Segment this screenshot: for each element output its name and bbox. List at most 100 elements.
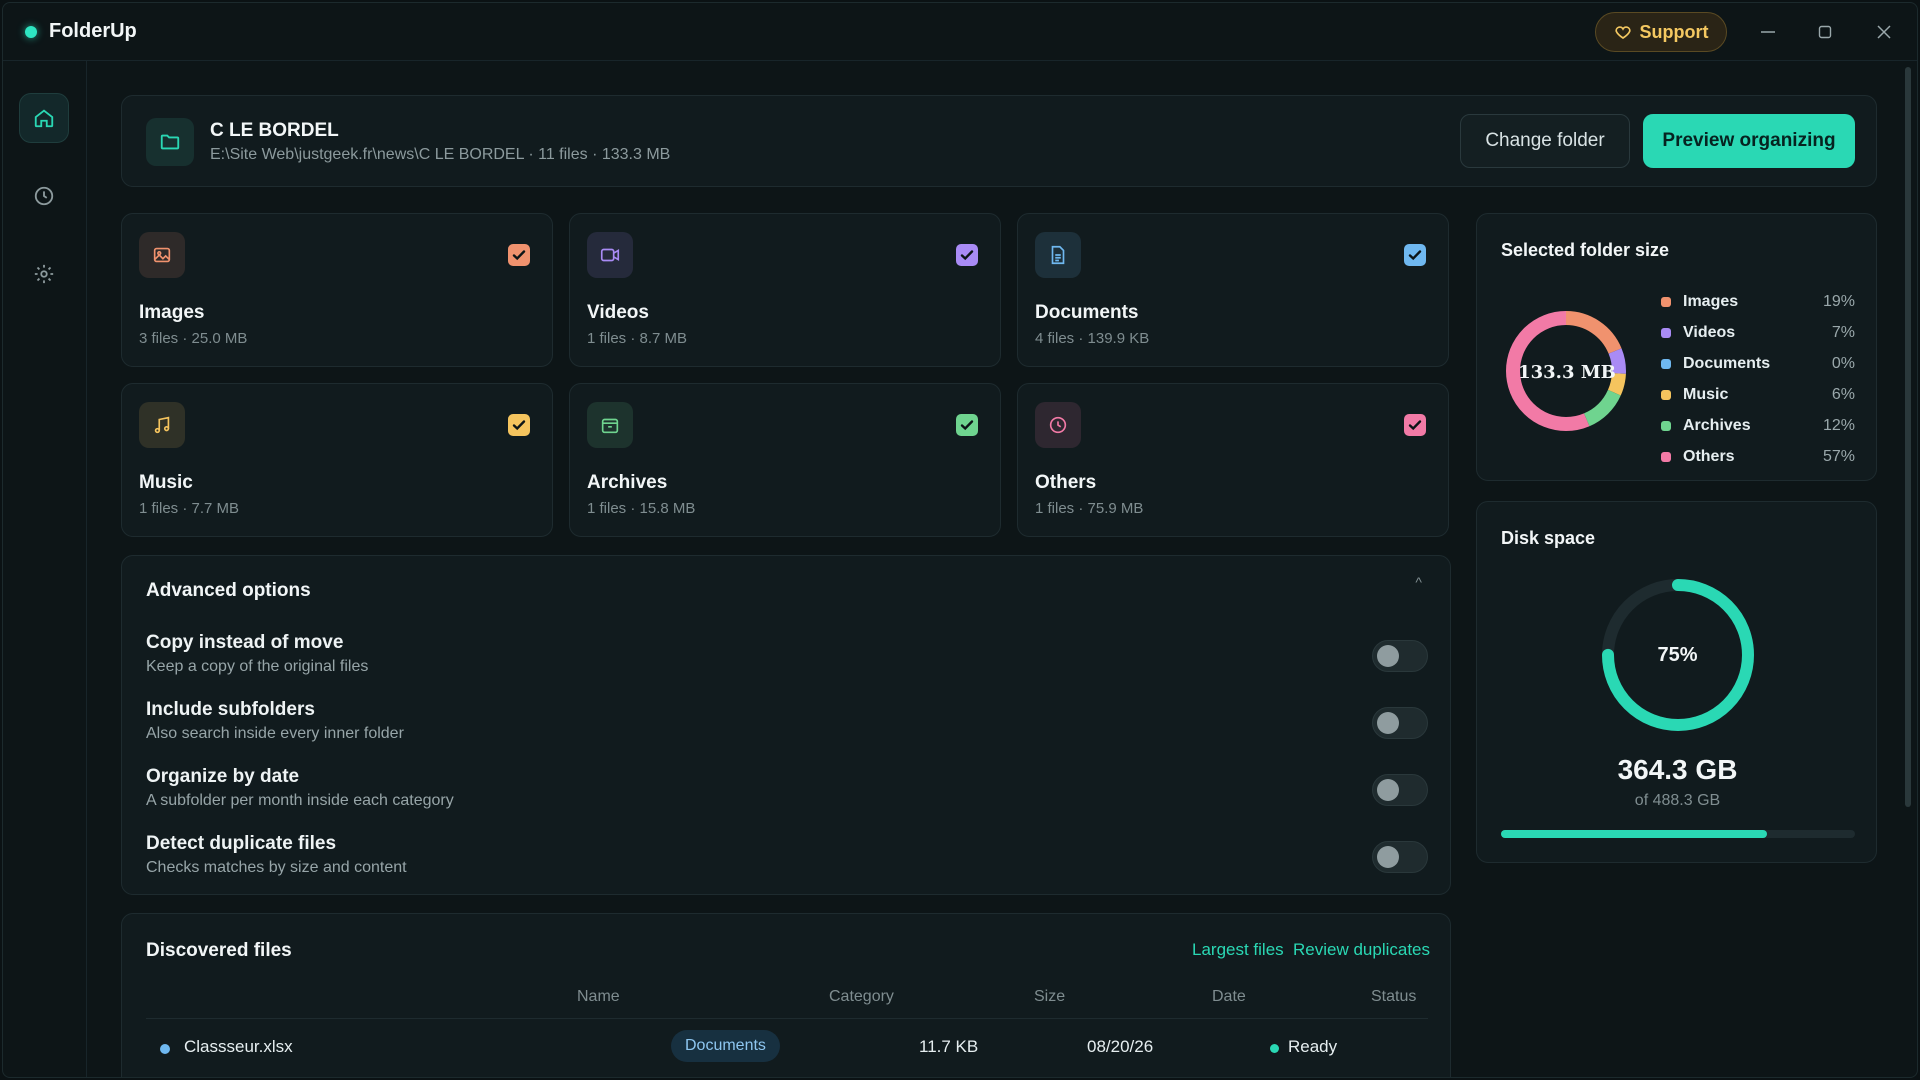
option-row: Organize by date A subfolder per month in… [146,766,1428,822]
heart-icon [1614,26,1631,39]
column-header-date[interactable]: Date [1212,988,1246,1006]
close-button[interactable] [1869,17,1899,47]
change-folder-button[interactable]: Change folder [1460,114,1630,168]
folder-icon-box [146,118,194,166]
option-toggle[interactable] [1372,841,1428,873]
file-name: Classseur.xlsx [184,1037,293,1056]
legend-item-music: Music 6% [1661,384,1855,406]
toggle-knob [1377,712,1399,734]
clock-icon [34,186,54,206]
support-label: Support [1639,21,1709,42]
toggle-knob [1377,645,1399,667]
category-name: Others [1035,472,1097,493]
preview-organizing-button[interactable]: Preview organizing [1643,114,1855,168]
file-status: Ready [1288,1037,1338,1056]
category-checkbox-videos[interactable] [956,244,978,266]
checkmark-icon [1408,250,1422,261]
nav-settings[interactable] [19,249,69,299]
category-checkbox-images[interactable] [508,244,530,266]
video-icon [600,248,620,262]
review-duplicates-link[interactable]: Review duplicates [1293,940,1430,960]
column-header-status[interactable]: Status [1371,988,1416,1006]
disk-usage-bar [1501,830,1855,838]
legend-swatch [1661,297,1671,307]
legend-item-archives: Archives 12% [1661,415,1855,437]
legend-name: Music [1683,386,1729,403]
disk-usage-percent: 75% [1657,644,1698,666]
option-toggle[interactable] [1372,640,1428,672]
checkmark-icon [1408,420,1422,431]
legend-swatch [1661,359,1671,369]
category-meta: 1 files · 8.7 MB [587,330,688,347]
category-meta: 1 files · 15.8 MB [587,500,696,517]
column-header-size[interactable]: Size [1034,988,1065,1006]
category-card-archives[interactable]: Archives 1 files · 15.8 MB [569,383,1001,537]
legend-item-documents: Documents 0% [1661,353,1855,375]
category-checkbox-archives[interactable] [956,414,978,436]
option-title: Organize by date [146,766,300,787]
option-toggle[interactable] [1372,774,1428,806]
disk-used: 364.3 GB [1617,754,1738,785]
close-icon [1877,25,1891,39]
folder-size-title: Selected folder size [1501,240,1670,260]
advanced-options-title: Advanced options [146,580,311,601]
sidebar [3,61,87,1077]
support-button[interactable]: Support [1595,12,1727,52]
checkmark-icon [512,250,526,261]
category-icon-box [587,232,633,278]
category-checkbox-others[interactable] [1404,414,1426,436]
status-dot [1270,1044,1279,1053]
disk-usage-bar-fill [1501,830,1767,838]
gear-icon [34,264,54,284]
folder-icon [160,134,180,150]
category-checkbox-music[interactable] [508,414,530,436]
category-card-documents[interactable]: Documents 4 files · 139.9 KB [1017,213,1449,367]
option-description: Checks matches by size and content [146,859,407,876]
column-header-category[interactable]: Category [829,988,894,1006]
maximize-button[interactable] [1810,17,1840,47]
minimize-button[interactable] [1753,17,1783,47]
category-meta: 4 files · 139.9 KB [1035,330,1150,347]
option-description: A subfolder per month inside each catego… [146,792,454,809]
file-type-dot [160,1044,170,1054]
discovered-files-title: Discovered files [146,940,292,961]
category-card-videos[interactable]: Videos 1 files · 8.7 MB [569,213,1001,367]
legend-item-others: Others 57% [1661,446,1855,468]
image-icon [153,247,171,263]
category-icon-box [1035,402,1081,448]
option-row: Copy instead of move Keep a copy of the o… [146,632,1428,688]
largest-files-link[interactable]: Largest files [1192,940,1284,960]
category-meta: 1 files · 7.7 MB [139,500,240,517]
category-checkbox-documents[interactable] [1404,244,1426,266]
minimize-icon [1761,31,1775,33]
legend-swatch [1661,421,1671,431]
archive-icon [601,418,619,434]
category-meta: 3 files · 25.0 MB [139,330,248,347]
legend-name: Images [1683,293,1739,310]
legend-percent: 0% [1831,355,1855,372]
category-card-others[interactable]: Others 1 files · 75.9 MB [1017,383,1449,537]
column-header-name[interactable]: Name [577,988,620,1006]
collapse-caret-icon[interactable]: ^ [1415,574,1422,590]
option-description: Also search inside every inner folder [146,725,404,742]
toggle-knob [1377,846,1399,868]
checkmark-icon [512,420,526,431]
folder-size-total: 133.3 MB [1518,362,1616,383]
category-name: Archives [587,472,668,493]
app-logo-dot [25,25,37,38]
category-card-images[interactable]: Images 3 files · 25.0 MB [121,213,553,367]
category-card-music[interactable]: Music 1 files · 7.7 MB [121,383,553,537]
nav-history[interactable] [19,171,69,221]
checkmark-icon [960,250,974,261]
advanced-options-panel: Advanced options ^ Copy instead of move K… [121,555,1451,895]
option-title: Detect duplicate files [146,833,337,854]
category-icon-box [1035,232,1081,278]
legend-name: Videos [1683,324,1736,341]
scrollbar[interactable] [1905,67,1911,807]
option-toggle[interactable] [1372,707,1428,739]
option-row: Include subfolders Also search inside eve… [146,699,1428,755]
document-icon [1051,245,1065,265]
file-date: 08/20/26 [1087,1037,1154,1056]
option-title: Copy instead of move [146,632,344,653]
nav-home[interactable] [19,93,69,143]
